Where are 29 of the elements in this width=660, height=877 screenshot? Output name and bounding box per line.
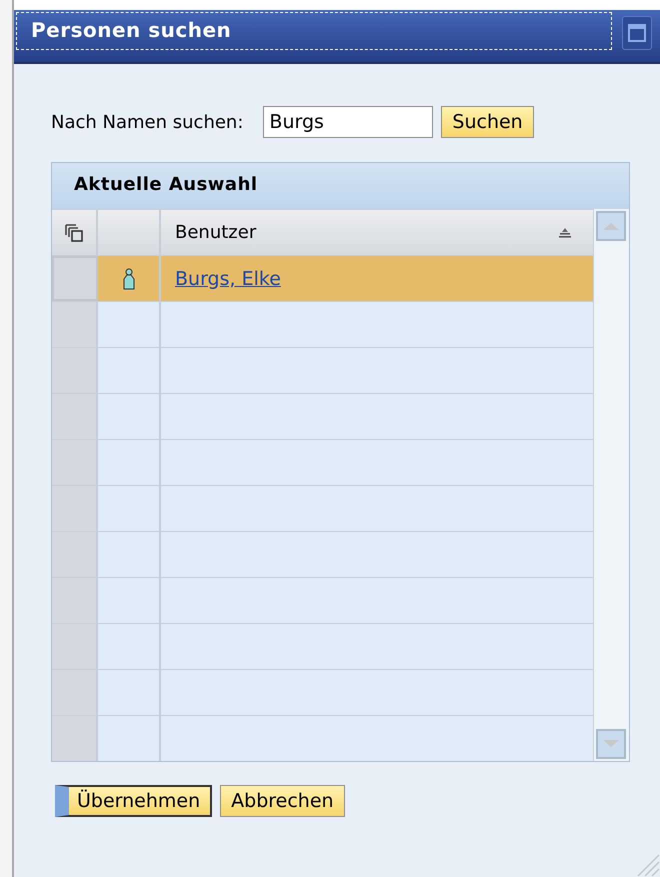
table-title: Aktuelle Auswahl — [52, 163, 629, 209]
row-selector[interactable] — [52, 532, 98, 577]
confirm-button[interactable]: Übernehmen — [55, 785, 212, 817]
window-title: Personen suchen — [16, 12, 612, 50]
search-button[interactable]: Suchen — [441, 106, 534, 138]
row-selector[interactable] — [52, 578, 98, 623]
scroll-bar[interactable] — [593, 209, 629, 761]
row-selector[interactable] — [52, 670, 98, 715]
row-selector[interactable] — [52, 440, 98, 485]
cancel-button[interactable]: Abbrechen — [220, 785, 345, 817]
row-selector[interactable] — [52, 302, 98, 347]
row-selector[interactable] — [52, 348, 98, 393]
search-field[interactable]: Burgs — [263, 106, 434, 138]
up-arrow-icon — [601, 221, 621, 231]
person-icon — [122, 268, 136, 290]
row-selector[interactable] — [52, 486, 98, 531]
search-label: Nach Namen suchen: — [51, 112, 244, 132]
row-selector[interactable] — [52, 624, 98, 669]
maximize-button[interactable] — [622, 16, 652, 50]
scroll-up-button[interactable] — [596, 211, 626, 241]
column-header[interactable]: Benutzer — [161, 210, 593, 255]
scroll-down-button[interactable] — [596, 729, 626, 759]
row-selector[interactable] — [52, 394, 98, 439]
column-header-label: Benutzer — [175, 222, 258, 243]
copy-icon — [64, 222, 84, 242]
row-selector[interactable] — [52, 716, 98, 761]
user-link[interactable]: Burgs, Elke — [175, 268, 281, 290]
select-all-button[interactable] — [52, 210, 98, 255]
down-arrow-icon — [601, 739, 621, 749]
